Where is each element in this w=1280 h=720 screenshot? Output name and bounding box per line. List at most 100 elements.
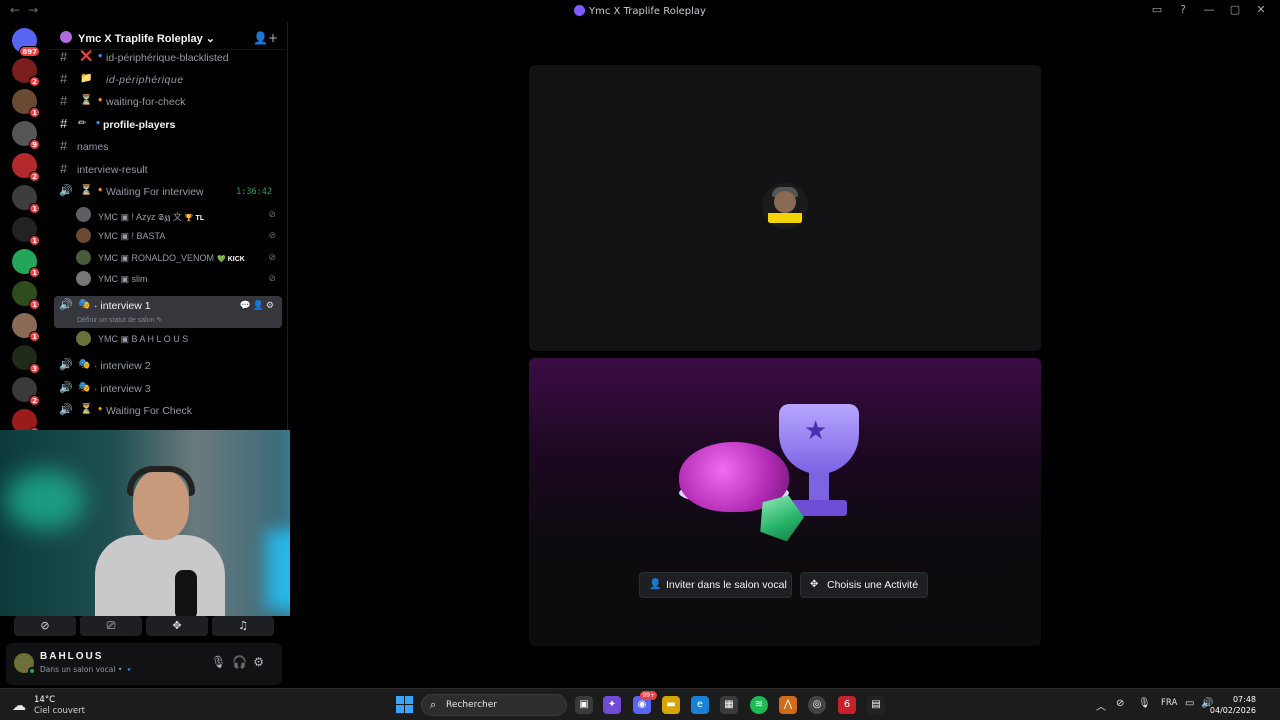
voice-channel-interview-1[interactable]: 🔊 🎭 · interview 1 Définir un statut de s… [54,296,282,328]
server-item[interactable]: 1 [12,89,40,118]
server-item[interactable]: 1 [12,185,40,214]
user-tag: 🏆 TL [184,215,205,222]
voice-user[interactable]: YMC ▣ ! Azyz 𝕾𝖟𝖟 文 🏆 TL ⊘ [76,205,282,225]
settings-icon[interactable]: ⚙ [253,655,270,669]
trophy-icon: ★ [779,404,859,474]
minimize-button[interactable]: — [1196,3,1222,16]
speaker-icon: 🔊 [59,299,73,311]
windows-icon [396,696,404,704]
clock[interactable]: 07:48 04/02/2026 [1210,694,1256,716]
server-item[interactable]: 3 [12,345,40,374]
soundboard-button[interactable]: ♫ [212,616,274,636]
hourglass-icon: ⏳ [80,185,93,196]
star-icon: ★ [804,416,828,446]
copilot-icon[interactable]: ✦ [603,696,621,714]
hourglass-icon: ⏳ [80,95,93,106]
user-status: Dans un salon vocal • 🔹 [40,665,134,674]
maximize-button[interactable]: ▢ [1222,3,1248,16]
app-icon[interactable]: ▤ [867,696,885,714]
server-item[interactable]: 1 [12,249,40,278]
voice-stage: ★ 👤 Inviter dans le salon vocal ✥ Choisis … [290,22,1280,688]
participant-tile[interactable] [529,65,1041,351]
app-icon[interactable]: 6 [838,696,856,714]
start-button[interactable] [396,696,413,713]
server-item[interactable]: 1 [12,281,40,310]
hourglass-icon: ⏳ [80,404,93,415]
server-item[interactable]: 1 [12,217,40,246]
language-indicator[interactable]: FRA [1161,698,1177,708]
channel-label: Waiting For Check [106,405,192,417]
edge-icon[interactable]: e [691,696,709,714]
activities-button[interactable]: ✥ [146,616,208,636]
speaker-icon: 🔊 [59,382,73,394]
channel-sidebar: Ymc X Traplife Roleplay ⌄ 👤+ # ❌ 🔹 id-pé… [48,22,288,430]
screen-share-button[interactable]: ⎚ [80,616,142,636]
app-icon[interactable]: ◎ [808,696,826,714]
hash-icon: # [60,116,68,131]
user-name[interactable]: BAHLOUS [40,651,103,662]
voice-user[interactable]: YMC ▣ slim ⊘ [76,269,282,289]
channel-item[interactable]: # ❌ 🔹 id-périphérique-blacklisted [54,48,282,68]
server-home[interactable]: 897 [12,28,40,57]
inbox-icon[interactable]: ▭ [1144,3,1170,16]
channel-label: id-périphérique-blacklisted [106,52,229,64]
deafened-icon: ⊘ [268,252,276,262]
spotify-icon[interactable]: ≋ [750,696,768,714]
channel-status[interactable]: Définir un statut de salon ✎ [77,316,162,324]
help-icon[interactable]: ? [1170,3,1196,16]
store-icon[interactable]: ▦ [720,696,738,714]
taskbar: ☁ 14°C Ciel couvert ⌕ Rechercher ▣ ✦ ◉ 99… [0,688,1280,720]
channel-item[interactable]: # interview-result [54,160,282,180]
voice-user[interactable]: YMC ▣ B A H L O U S [76,329,282,349]
choose-activity-button[interactable]: ✥ Choisis une Activité [800,572,928,598]
app-icon[interactable]: ⋀ [779,696,797,714]
channel-item[interactable]: # ✏ 🔹 profile-players [54,115,282,135]
invite-to-voice-button[interactable]: 👤 Inviter dans le salon vocal [639,572,792,598]
chevron-up-icon[interactable]: ︿ [1096,698,1106,713]
channel-item[interactable]: # names [54,137,282,157]
mic-icon[interactable]: 🎙 [1138,698,1151,709]
chevron-down-icon: ⌄ [205,33,215,45]
guild-name[interactable]: Ymc X Traplife Roleplay ⌄ [78,32,215,45]
channel-label: names [77,141,109,153]
close-button[interactable]: ✕ [1248,3,1274,16]
voice-channel-waiting-interview[interactable]: 🔊 ⏳ 🔸 Waiting For interview 1:36:42 [54,182,282,202]
voice-channel-interview-3[interactable]: 🔊 🎭 · interview 3 [54,379,282,399]
file-explorer-icon[interactable]: ▬ [662,696,680,714]
taskbar-search[interactable]: ⌕ Rechercher [421,694,567,716]
camera-off-button[interactable]: ⊘ [14,616,76,636]
notification-badge: 1 [29,203,40,214]
server-item[interactable]: 2 [12,377,40,406]
voice-user-name: YMC ▣ slim [98,274,148,284]
server-item[interactable]: 9 [12,121,40,150]
channel-tools[interactable]: 💬👤⚙ [240,300,276,311]
notification-badge: 3 [29,363,40,374]
avatar[interactable] [14,653,36,675]
headset-icon[interactable]: 🎧 [232,655,253,669]
channel-item[interactable]: # ⏳ 🔸 waiting-for-check [54,92,282,112]
face-shape [774,191,796,213]
mic-icon[interactable]: 🎙 [211,655,232,669]
hash-icon: # [60,138,68,153]
server-item[interactable]: 2 [12,153,40,182]
windows-icon [405,696,413,704]
avatar [76,331,91,346]
network-icon[interactable]: ⊘ [1116,698,1124,709]
notification-badge: 2 [29,395,40,406]
server-item[interactable]: 1 [12,313,40,342]
add-user-icon: 👤 [649,579,662,590]
speaker-icon: 🔊 [59,359,73,371]
notification-badge: 9 [29,139,40,150]
display-icon[interactable]: ▭ [1185,698,1194,709]
discord-icon[interactable]: ◉ 99+ [633,691,657,714]
voice-channel-interview-2[interactable]: 🔊 🎭 · interview 2 [54,356,282,376]
server-item[interactable]: 2 [12,58,40,87]
guild-header[interactable]: Ymc X Traplife Roleplay ⌄ 👤+ [48,26,288,50]
voice-user[interactable]: YMC ▣ ! BASTA ⊘ [76,226,282,246]
invite-icon[interactable]: 👤+ [253,31,278,45]
task-view-icon[interactable]: ▣ [575,696,593,714]
channel-item[interactable]: # 📁 id-périphérique [54,70,282,90]
deafened-icon: ⊘ [268,230,276,240]
voice-user[interactable]: YMC ▣ RONALDO_VENOM 💚 KICK ⊘ [76,248,282,268]
voice-channel-waiting-check[interactable]: 🔊 ⏳ 🔸 Waiting For Check [54,401,282,421]
